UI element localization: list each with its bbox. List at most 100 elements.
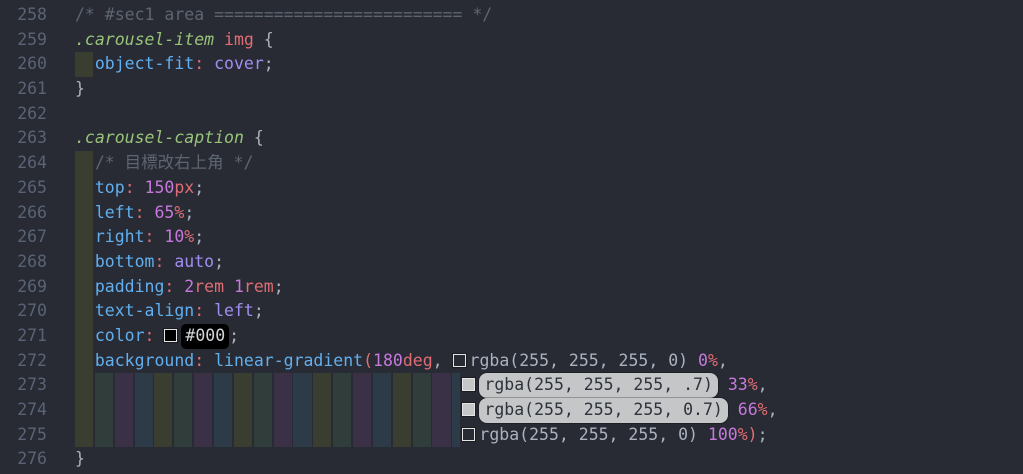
color-swatch-icon[interactable] — [462, 403, 475, 416]
line-number[interactable]: 270 — [0, 299, 47, 324]
code-line[interactable]: 259 .carousel-item img { — [0, 28, 1023, 53]
code-line[interactable]: 265 top: 150px; — [0, 176, 1023, 201]
code-line-content[interactable]: .carousel-caption { — [75, 126, 264, 151]
code-token: img — [224, 30, 254, 49]
code-line-content[interactable]: } — [75, 447, 85, 472]
code-line-content[interactable]: object-fit: cover; — [75, 52, 274, 77]
code-editor[interactable]: 258 /* #sec1 area =======================… — [0, 0, 1023, 474]
code-token — [718, 375, 728, 394]
line-number[interactable]: 266 — [0, 201, 47, 226]
line-number[interactable]: 274 — [0, 398, 47, 423]
code-line-content[interactable]: .carousel-item img { — [75, 28, 274, 53]
code-line-content[interactable]: } — [75, 77, 85, 102]
color-swatch-icon[interactable] — [462, 428, 475, 441]
code-line-content[interactable]: left: 65%; — [75, 201, 194, 226]
code-token — [75, 153, 95, 172]
code-token: top — [95, 178, 125, 197]
line-number[interactable]: 267 — [0, 225, 47, 250]
code-line-content[interactable]: text-align: left; — [75, 299, 264, 324]
code-line[interactable]: 261} — [0, 77, 1023, 102]
line-number[interactable]: 265 — [0, 176, 47, 201]
code-token: auto — [174, 252, 214, 271]
code-token: /* 目標改右上角 */ — [95, 153, 254, 172]
line-number[interactable]: 269 — [0, 275, 47, 300]
code-token: 1 — [234, 277, 244, 296]
code-line-content[interactable]: color: #000; — [75, 324, 239, 349]
line-number[interactable]: 264 — [0, 151, 47, 176]
code-token — [204, 351, 214, 370]
code-line[interactable]: 275 rgba(255, 255, 255, 0) 100%); — [0, 423, 1023, 448]
code-token: deg — [403, 351, 433, 370]
code-line[interactable]: 263 .carousel-caption { — [0, 126, 1023, 151]
code-token — [75, 326, 95, 345]
code-token — [75, 277, 95, 296]
code-token — [75, 178, 95, 197]
code-line[interactable]: 262 — [0, 102, 1023, 127]
line-number[interactable]: 275 — [0, 423, 47, 448]
line-number[interactable]: 276 — [0, 447, 47, 472]
code-line-content[interactable]: right: 10%; — [75, 225, 204, 250]
line-number[interactable]: 272 — [0, 349, 47, 374]
line-number[interactable]: 258 — [0, 3, 47, 28]
code-line-content[interactable]: rgba(255, 255, 255, 0.7) 66%, — [75, 398, 778, 423]
line-number[interactable]: 271 — [0, 324, 47, 349]
code-token — [728, 400, 738, 419]
code-token — [75, 400, 462, 419]
code-line[interactable]: 267 right: 10%; — [0, 225, 1023, 250]
code-token: : — [145, 326, 155, 345]
code-token: background — [95, 351, 194, 370]
code-token: 0 — [698, 351, 708, 370]
code-token: : — [135, 203, 145, 222]
code-line[interactable]: 276} — [0, 447, 1023, 472]
code-line[interactable]: 258 /* #sec1 area =======================… — [0, 3, 1023, 28]
line-number[interactable]: 259 — [0, 28, 47, 53]
code-token — [75, 351, 95, 370]
code-token — [244, 128, 254, 147]
code-line-content[interactable]: /* #sec1 area ========================= … — [75, 3, 492, 28]
code-line[interactable]: 272 background: linear-gradient(180deg, … — [0, 349, 1023, 374]
code-line-content[interactable]: background: linear-gradient(180deg, rgba… — [75, 349, 728, 374]
line-number[interactable]: 262 — [0, 102, 47, 127]
code-token: text-align — [95, 301, 194, 320]
code-token: : — [154, 252, 164, 271]
code-token — [154, 227, 164, 246]
code-token: } — [75, 79, 85, 98]
color-swatch-icon[interactable] — [164, 329, 177, 342]
code-token: color — [95, 326, 145, 345]
code-line[interactable]: 273 rgba(255, 255, 255, .7) 33%, — [0, 373, 1023, 398]
code-token: 100 — [708, 425, 738, 444]
line-number[interactable]: 268 — [0, 250, 47, 275]
code-line-content[interactable]: rgba(255, 255, 255, .7) 33%, — [75, 373, 768, 398]
code-token: ; — [254, 301, 264, 320]
color-swatch-icon[interactable] — [462, 378, 475, 391]
code-line[interactable]: 269 padding: 2rem 1rem; — [0, 275, 1023, 300]
code-line-content[interactable]: /* 目標改右上角 */ — [75, 151, 253, 176]
code-line[interactable]: 268 bottom: auto; — [0, 250, 1023, 275]
code-token: 66 — [738, 400, 758, 419]
line-number[interactable]: 273 — [0, 373, 47, 398]
color-preview-pill: rgba(255, 255, 255, 0.7) — [479, 398, 727, 423]
code-token: , — [758, 375, 768, 394]
code-line[interactable]: 266 left: 65%; — [0, 201, 1023, 226]
code-line-content[interactable]: bottom: auto; — [75, 250, 224, 275]
code-token: bottom — [95, 252, 155, 271]
code-line-content[interactable]: top: 150px; — [75, 176, 204, 201]
code-line[interactable]: 270 text-align: left; — [0, 299, 1023, 324]
line-number[interactable]: 260 — [0, 52, 47, 77]
code-token: ) — [748, 425, 758, 444]
code-token: object-fit — [95, 54, 194, 73]
code-token: ; — [758, 425, 768, 444]
code-line[interactable]: 271 color: #000; — [0, 324, 1023, 349]
line-number[interactable]: 261 — [0, 77, 47, 102]
code-line[interactable]: 274 rgba(255, 255, 255, 0.7) 66%, — [0, 398, 1023, 423]
color-swatch-icon[interactable] — [453, 354, 466, 367]
code-line[interactable]: 264 /* 目標改右上角 */ — [0, 151, 1023, 176]
code-token: ; — [229, 326, 239, 345]
code-token: ; — [194, 227, 204, 246]
code-line-content[interactable]: rgba(255, 255, 255, 0) 100%); — [75, 423, 768, 448]
code-token: 65 — [155, 203, 175, 222]
code-token: px — [174, 178, 194, 197]
line-number[interactable]: 263 — [0, 126, 47, 151]
code-line-content[interactable]: padding: 2rem 1rem; — [75, 275, 284, 300]
code-line[interactable]: 260 object-fit: cover; — [0, 52, 1023, 77]
